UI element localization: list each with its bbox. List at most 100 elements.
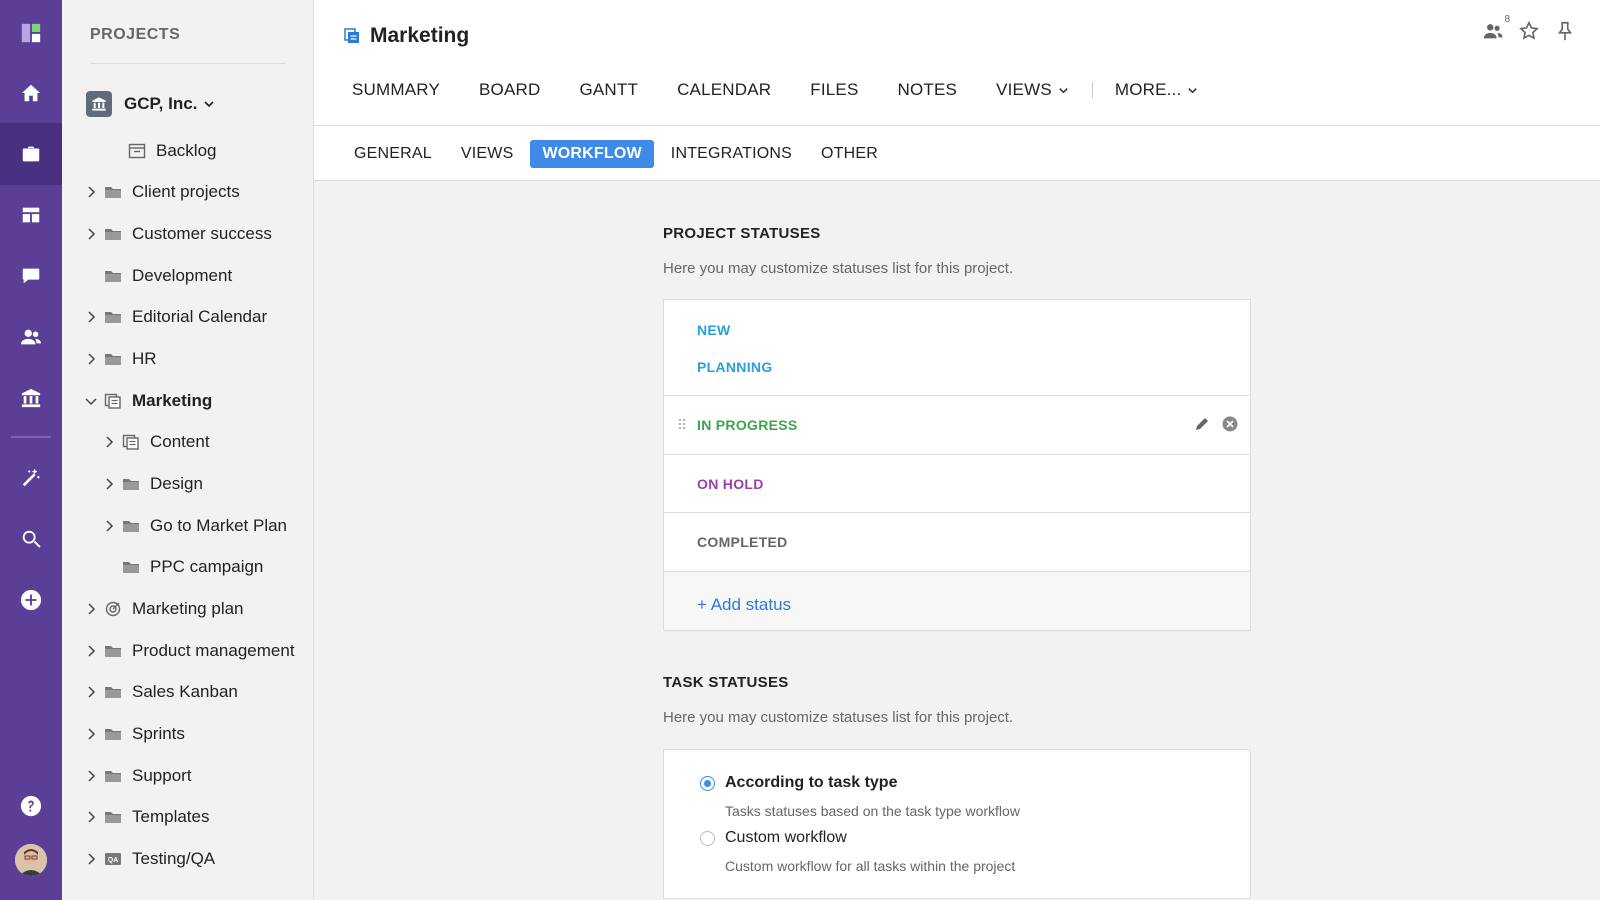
- status-row-on-hold: ON HOLD: [664, 455, 1250, 513]
- sidebar-item-content[interactable]: Content: [102, 429, 210, 455]
- project-status-list: NEW PLANNING IN PROGRESS ON HOLD COMPLET…: [663, 299, 1251, 631]
- sidebar-item-label: Go to Market Plan: [150, 516, 288, 535]
- people-icon[interactable]: [0, 306, 62, 368]
- chevron-down-icon: [1059, 87, 1068, 93]
- magic-wand-icon[interactable]: [0, 447, 62, 509]
- help-icon[interactable]: [0, 775, 62, 837]
- project-statuses-title: PROJECT STATUSES: [663, 225, 821, 242]
- organization-icon[interactable]: [0, 367, 62, 429]
- sidebar-item-hr[interactable]: HR: [84, 346, 157, 372]
- chevron-right-icon[interactable]: [84, 352, 98, 366]
- chat-icon[interactable]: [0, 245, 62, 307]
- sidebar-item-customer-success[interactable]: Customer success: [84, 221, 272, 247]
- status-row-in-progress[interactable]: IN PROGRESS: [664, 396, 1250, 455]
- chevron-right-icon[interactable]: [84, 602, 98, 616]
- tab-board[interactable]: BOARD: [479, 80, 540, 100]
- tab-files[interactable]: FILES: [810, 80, 858, 100]
- chevron-right-icon[interactable]: [84, 685, 98, 699]
- sidebar-item-label: Editorial Calendar: [132, 307, 268, 326]
- sidebar-item-backlog[interactable]: Backlog: [108, 138, 216, 164]
- status-planning[interactable]: PLANNING: [697, 359, 773, 375]
- org-switcher[interactable]: GCP, Inc.: [86, 91, 215, 117]
- option-task-type[interactable]: According to task type: [700, 774, 897, 792]
- sidebar-item-sprints[interactable]: Sprints: [84, 721, 185, 747]
- sidebar-item-ppc-campaign[interactable]: PPC campaign: [102, 554, 263, 580]
- sidebar-item-client-projects[interactable]: Client projects: [84, 179, 240, 205]
- folder-icon: [105, 729, 121, 740]
- sidebar-item-development[interactable]: Development: [84, 263, 232, 289]
- chevron-right-icon[interactable]: [102, 519, 116, 533]
- chevron-right-icon[interactable]: [84, 810, 98, 824]
- home-icon[interactable]: [0, 62, 62, 124]
- tab-views[interactable]: VIEWS: [996, 80, 1069, 100]
- projects-icon[interactable]: [0, 123, 62, 185]
- chevron-right-icon[interactable]: [84, 769, 98, 783]
- subtab-general[interactable]: GENERAL: [342, 140, 444, 168]
- subtab-workflow[interactable]: WORKFLOW: [530, 140, 654, 168]
- member-count: 8: [1504, 14, 1510, 25]
- nav-rail: [0, 0, 62, 900]
- tab-label: SUMMARY: [352, 80, 440, 99]
- sidebar-item-product-management[interactable]: Product management: [84, 638, 295, 664]
- sidebar-item-label: Marketing plan: [132, 599, 244, 618]
- status-completed[interactable]: COMPLETED: [697, 534, 788, 550]
- tab-calendar[interactable]: CALENDAR: [677, 80, 771, 100]
- chevron-right-icon[interactable]: [102, 477, 116, 491]
- folder-icon: [123, 521, 139, 532]
- remove-icon[interactable]: [1222, 416, 1238, 432]
- chevron-right-icon[interactable]: [84, 852, 98, 866]
- chevron-down-icon: [204, 101, 214, 108]
- sidebar-item-templates[interactable]: Templates: [84, 804, 209, 830]
- drag-handle-icon[interactable]: [678, 418, 686, 430]
- chevron-right-icon[interactable]: [102, 435, 116, 449]
- star-icon: [1519, 20, 1539, 40]
- chevron-right-icon[interactable]: [84, 644, 98, 658]
- sidebar-item-go-to-market-plan[interactable]: Go to Market Plan: [102, 513, 287, 539]
- project-icon: [104, 393, 121, 409]
- subtab-other[interactable]: OTHER: [809, 140, 890, 168]
- subtab-integrations[interactable]: INTEGRATIONS: [659, 140, 804, 168]
- edit-icon[interactable]: [1194, 416, 1210, 432]
- task-status-options: According to task type Tasks statuses ba…: [663, 749, 1251, 899]
- app-logo-icon[interactable]: [0, 2, 62, 64]
- chevron-down-icon[interactable]: [84, 394, 98, 408]
- tab-notes[interactable]: NOTES: [898, 80, 958, 100]
- folder-icon: [105, 229, 121, 240]
- user-avatar[interactable]: [15, 844, 47, 876]
- tab-label: GANTT: [579, 80, 639, 99]
- sidebar-item-marketing-plan[interactable]: Marketing plan: [84, 596, 244, 622]
- chevron-right-icon[interactable]: [84, 227, 98, 241]
- tab-divider: [1091, 82, 1093, 98]
- sidebar-item-marketing[interactable]: Marketing: [84, 388, 212, 414]
- members-button[interactable]: 8: [1482, 14, 1510, 42]
- status-new[interactable]: NEW: [697, 322, 731, 338]
- option-description: Custom workflow for all tasks within the…: [725, 858, 1016, 874]
- radio-unselected[interactable]: [700, 830, 715, 846]
- favorite-button[interactable]: [1518, 20, 1540, 42]
- option-custom-workflow[interactable]: Custom workflow: [700, 829, 847, 847]
- option-label: Custom workflow: [725, 829, 847, 846]
- dashboard-icon[interactable]: [0, 184, 62, 246]
- status-on-hold[interactable]: ON HOLD: [697, 476, 764, 492]
- chevron-right-icon[interactable]: [84, 310, 98, 324]
- chevron-right-icon[interactable]: [84, 727, 98, 741]
- sidebar-item-support[interactable]: Support: [84, 763, 192, 789]
- sidebar-item-testing-qa[interactable]: QA Testing/QA: [84, 846, 215, 872]
- tab-summary[interactable]: SUMMARY: [352, 80, 440, 100]
- chevron-right-icon[interactable]: [84, 185, 98, 199]
- sidebar-item-label: Development: [132, 266, 233, 285]
- sidebar-divider: [90, 63, 286, 64]
- main-area: Marketing 8 SUMMARY BOARD GANTT CALENDAR…: [314, 0, 1600, 900]
- pin-button[interactable]: [1554, 20, 1576, 42]
- tab-gantt[interactable]: GANTT: [579, 80, 638, 100]
- subtab-views[interactable]: VIEWS: [449, 140, 526, 168]
- radio-selected[interactable]: [700, 775, 715, 791]
- sidebar-item-sales-kanban[interactable]: Sales Kanban: [84, 679, 238, 705]
- sidebar-item-editorial-calendar[interactable]: Editorial Calendar: [84, 304, 267, 330]
- sidebar-item-label: Templates: [132, 807, 210, 826]
- tab-more[interactable]: MORE...: [1115, 80, 1199, 100]
- sidebar-item-design[interactable]: Design: [102, 471, 203, 497]
- add-icon[interactable]: [0, 569, 62, 631]
- add-status-link[interactable]: + Add status: [697, 595, 791, 615]
- search-icon[interactable]: [0, 508, 62, 570]
